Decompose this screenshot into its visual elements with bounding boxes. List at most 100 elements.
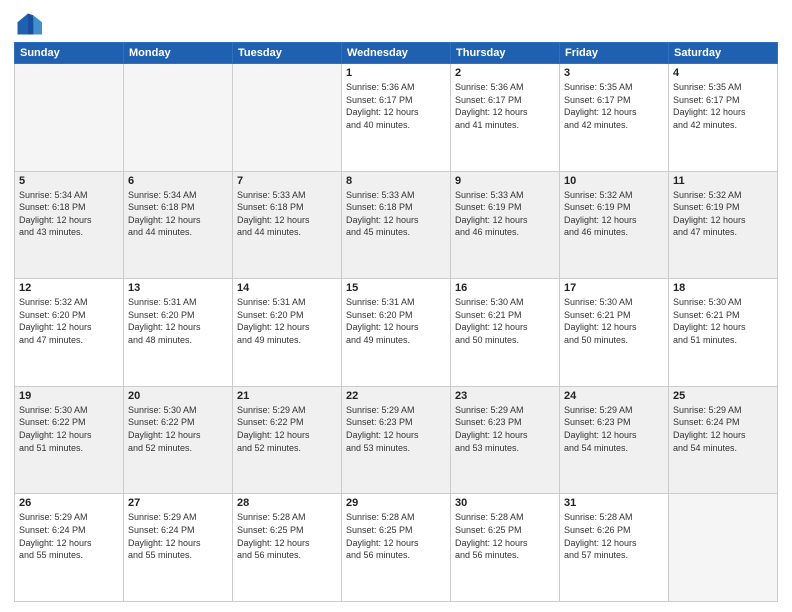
day-info: Sunrise: 5:28 AMSunset: 6:25 PMDaylight:… [455, 511, 555, 561]
calendar-cell: 12 Sunrise: 5:32 AMSunset: 6:20 PMDayligh… [15, 279, 124, 387]
weekday-header-thursday: Thursday [451, 43, 560, 64]
day-info: Sunrise: 5:28 AMSunset: 6:25 PMDaylight:… [346, 511, 446, 561]
calendar-cell: 25 Sunrise: 5:29 AMSunset: 6:24 PMDayligh… [669, 386, 778, 494]
day-info: Sunrise: 5:29 AMSunset: 6:24 PMDaylight:… [673, 404, 773, 454]
calendar-week-1: 1 Sunrise: 5:36 AMSunset: 6:17 PMDaylight… [15, 64, 778, 172]
day-info: Sunrise: 5:32 AMSunset: 6:19 PMDaylight:… [564, 189, 664, 239]
calendar-cell: 20Sunrise: 5:30 AMSunset: 6:22 PMDayligh… [124, 386, 233, 494]
calendar-cell: 2 Sunrise: 5:36 AMSunset: 6:17 PMDaylight… [451, 64, 560, 172]
calendar-cell: 19 Sunrise: 5:30 AMSunset: 6:22 PMDayligh… [15, 386, 124, 494]
day-info: Sunrise: 5:33 AMSunset: 6:18 PMDaylight:… [346, 189, 446, 239]
day-number: 10 [564, 175, 664, 187]
day-info: Sunrise: 5:31 AMSunset: 6:20 PMDaylight:… [128, 296, 228, 346]
day-number: 16 [455, 282, 555, 294]
day-number: 29 [346, 497, 446, 509]
day-number: 17 [564, 282, 664, 294]
weekday-header-wednesday: Wednesday [342, 43, 451, 64]
day-number: 20 [128, 390, 228, 402]
day-info: Sunrise: 5:29 AMSunset: 6:22 PMDaylight:… [237, 404, 337, 454]
day-number: 21 [237, 390, 337, 402]
calendar-week-5: 26 Sunrise: 5:29 AMSunset: 6:24 PMDayligh… [15, 494, 778, 602]
day-number: 28 [237, 497, 337, 509]
weekday-header-tuesday: Tuesday [233, 43, 342, 64]
day-info: Sunrise: 5:36 AMSunset: 6:17 PMDaylight:… [455, 81, 555, 131]
calendar-cell: 10 Sunrise: 5:32 AMSunset: 6:19 PMDayligh… [560, 171, 669, 279]
header [14, 10, 778, 38]
day-number: 27 [128, 497, 228, 509]
day-number: 8 [346, 175, 446, 187]
day-info: Sunrise: 5:30 AMSunset: 6:22 PMDaylight:… [19, 404, 119, 454]
day-info: Sunrise: 5:28 AMSunset: 6:26 PMDaylight:… [564, 511, 664, 561]
day-number: 25 [673, 390, 773, 402]
day-info: Sunrise: 5:30 AMSunset: 6:21 PMDaylight:… [673, 296, 773, 346]
calendar-cell: 6 Sunrise: 5:34 AMSunset: 6:18 PMDaylight… [124, 171, 233, 279]
weekday-header-row: SundayMondayTuesdayWednesdayThursdayFrid… [15, 43, 778, 64]
day-info: Sunrise: 5:31 AMSunset: 6:20 PMDaylight:… [237, 296, 337, 346]
weekday-header-friday: Friday [560, 43, 669, 64]
day-info: Sunrise: 5:30 AMSunset: 6:21 PMDaylight:… [564, 296, 664, 346]
day-number: 24 [564, 390, 664, 402]
weekday-header-saturday: Saturday [669, 43, 778, 64]
calendar-cell: 11Sunrise: 5:32 AMSunset: 6:19 PMDayligh… [669, 171, 778, 279]
calendar-cell: 5Sunrise: 5:34 AMSunset: 6:18 PMDaylight… [15, 171, 124, 279]
calendar-cell: 29 Sunrise: 5:28 AMSunset: 6:25 PMDayligh… [342, 494, 451, 602]
calendar-cell: 3 Sunrise: 5:35 AMSunset: 6:17 PMDaylight… [560, 64, 669, 172]
day-number: 12 [19, 282, 119, 294]
weekday-header-monday: Monday [124, 43, 233, 64]
day-number: 3 [564, 67, 664, 79]
calendar-cell: 17 Sunrise: 5:30 AMSunset: 6:21 PMDayligh… [560, 279, 669, 387]
calendar-cell: 4Sunrise: 5:35 AMSunset: 6:17 PMDaylight… [669, 64, 778, 172]
day-info: Sunrise: 5:32 AMSunset: 6:20 PMDaylight:… [19, 296, 119, 346]
day-number: 22 [346, 390, 446, 402]
day-number: 18 [673, 282, 773, 294]
day-info: Sunrise: 5:30 AMSunset: 6:21 PMDaylight:… [455, 296, 555, 346]
day-info: Sunrise: 5:31 AMSunset: 6:20 PMDaylight:… [346, 296, 446, 346]
day-number: 6 [128, 175, 228, 187]
day-number: 23 [455, 390, 555, 402]
day-info: Sunrise: 5:33 AMSunset: 6:19 PMDaylight:… [455, 189, 555, 239]
day-number: 1 [346, 67, 446, 79]
calendar-cell: 18 Sunrise: 5:30 AMSunset: 6:21 PMDayligh… [669, 279, 778, 387]
calendar-cell: 1 Sunrise: 5:36 AMSunset: 6:17 PMDaylight… [342, 64, 451, 172]
day-number: 9 [455, 175, 555, 187]
calendar-cell: 30 Sunrise: 5:28 AMSunset: 6:25 PMDayligh… [451, 494, 560, 602]
calendar-cell: 24 Sunrise: 5:29 AMSunset: 6:23 PMDayligh… [560, 386, 669, 494]
calendar-cell: 13 Sunrise: 5:31 AMSunset: 6:20 PMDayligh… [124, 279, 233, 387]
day-info: Sunrise: 5:32 AMSunset: 6:19 PMDaylight:… [673, 189, 773, 239]
day-info: Sunrise: 5:29 AMSunset: 6:24 PMDaylight:… [19, 511, 119, 561]
day-info: Sunrise: 5:35 AMSunset: 6:17 PMDaylight:… [564, 81, 664, 131]
day-number: 19 [19, 390, 119, 402]
day-number: 26 [19, 497, 119, 509]
calendar-cell: 31 Sunrise: 5:28 AMSunset: 6:26 PMDayligh… [560, 494, 669, 602]
day-number: 7 [237, 175, 337, 187]
day-number: 5 [19, 175, 119, 187]
logo-icon [14, 10, 42, 38]
calendar-cell [124, 64, 233, 172]
day-number: 13 [128, 282, 228, 294]
day-number: 30 [455, 497, 555, 509]
calendar-week-2: 5 Sunrise: 5:34 AMSunset: 6:18 PMDaylight… [15, 171, 778, 279]
calendar-cell: 9 Sunrise: 5:33 AMSunset: 6:19 PMDaylight… [451, 171, 560, 279]
day-info: Sunrise: 5:29 AMSunset: 6:23 PMDaylight:… [564, 404, 664, 454]
day-number: 15 [346, 282, 446, 294]
day-number: 14 [237, 282, 337, 294]
calendar-cell: 21 Sunrise: 5:29 AMSunset: 6:22 PMDayligh… [233, 386, 342, 494]
day-number: 2 [455, 67, 555, 79]
calendar-table: SundayMondayTuesdayWednesdayThursdayFrid… [14, 42, 778, 602]
calendar-cell: 27 Sunrise: 5:29 AMSunset: 6:24 PMDayligh… [124, 494, 233, 602]
day-info: Sunrise: 5:36 AMSunset: 6:17 PMDaylight:… [346, 81, 446, 131]
calendar-cell [669, 494, 778, 602]
logo [14, 10, 46, 38]
weekday-header-sunday: Sunday [15, 43, 124, 64]
calendar-cell [15, 64, 124, 172]
day-info: Sunrise: 5:34 AMSunset: 6:18 PMDaylight:… [128, 189, 228, 239]
day-info: Sunrise: 5:33 AMSunset: 6:18 PMDaylight:… [237, 189, 337, 239]
calendar-cell [233, 64, 342, 172]
day-number: 31 [564, 497, 664, 509]
page: SundayMondayTuesdayWednesdayThursdayFrid… [0, 0, 792, 612]
day-info: Sunrise: 5:29 AMSunset: 6:23 PMDaylight:… [455, 404, 555, 454]
calendar-cell: 16 Sunrise: 5:30 AMSunset: 6:21 PMDayligh… [451, 279, 560, 387]
day-info: Sunrise: 5:29 AMSunset: 6:24 PMDaylight:… [128, 511, 228, 561]
calendar-cell: 28Sunrise: 5:28 AMSunset: 6:25 PMDayligh… [233, 494, 342, 602]
calendar-cell: 23 Sunrise: 5:29 AMSunset: 6:23 PMDayligh… [451, 386, 560, 494]
